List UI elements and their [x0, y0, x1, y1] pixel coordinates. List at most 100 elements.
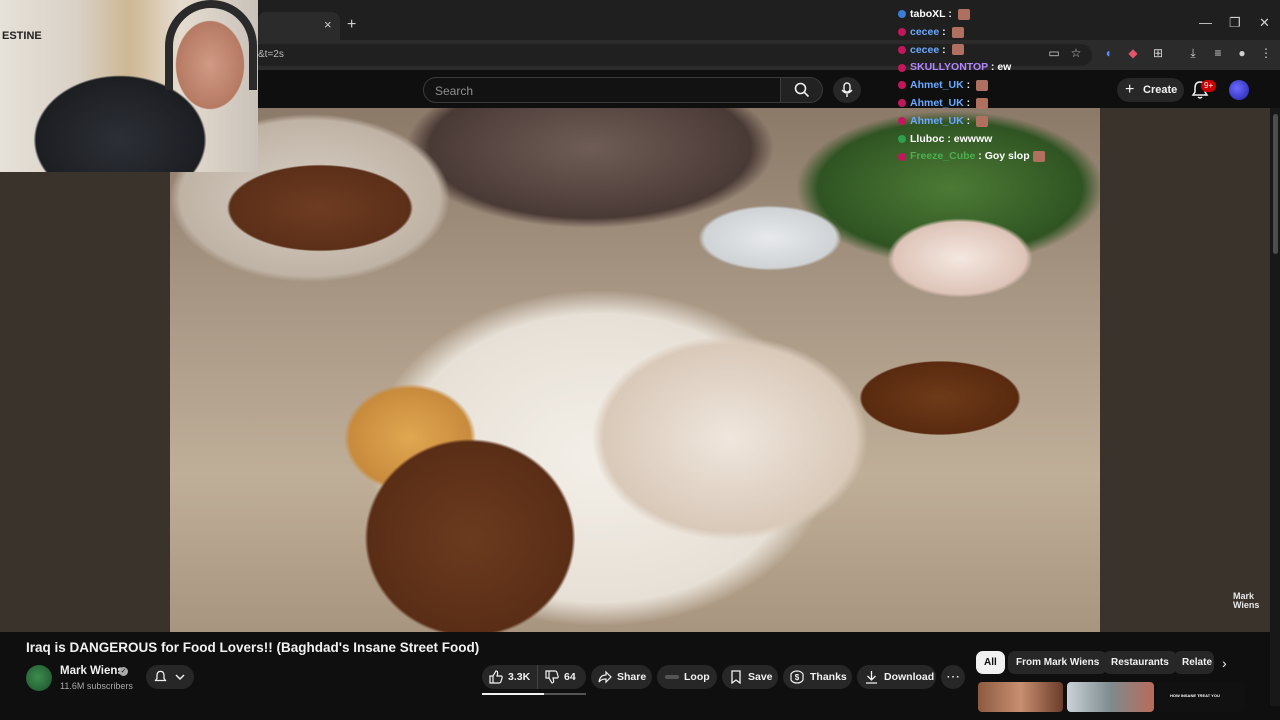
chat-message: cecee : [898, 24, 1138, 42]
chat-emote-icon [1032, 151, 1045, 163]
streamer-webcam: ESTINE [0, 0, 258, 172]
chat-badge-icon [898, 63, 906, 72]
maximize-icon[interactable]: ❐ [1229, 15, 1241, 31]
related-video-thumbnail[interactable] [1067, 682, 1154, 712]
minimize-icon[interactable]: — [1199, 15, 1212, 30]
profile-icon[interactable]: ● [1234, 45, 1250, 61]
stream-chat-overlay: taboXL : cecee : cecee : SKULLYONTOP : e… [898, 6, 1138, 166]
chat-emote-icon [976, 115, 989, 127]
download-button[interactable]: Download [857, 665, 936, 689]
dislike-button[interactable]: 64 [537, 665, 586, 689]
watermark-line-2: Wiens [1233, 600, 1260, 610]
chip-all[interactable]: All [976, 651, 1005, 674]
page-scrollbar-thumb[interactable] [1273, 114, 1278, 254]
share-label: Share [617, 671, 647, 683]
loop-button[interactable]: Loop [657, 665, 717, 689]
channel-name[interactable]: Mark Wiens [60, 665, 124, 677]
save-label: Save [748, 671, 773, 683]
dislike-count: 64 [564, 671, 576, 683]
chat-username: cecee [910, 43, 940, 56]
chat-username: Lluboc [910, 132, 945, 145]
chip-restaurants[interactable]: Restaurants [1103, 651, 1177, 674]
chip-from-mark-wiens[interactable]: From Mark Wiens [1008, 651, 1108, 674]
chat-message: cecee : [898, 42, 1138, 60]
loop-icon [665, 675, 679, 679]
chat-message: Ahmet_UK : [898, 113, 1138, 131]
chevron-right-icon[interactable]: › [1222, 655, 1227, 671]
close-window-icon[interactable]: ✕ [1259, 15, 1270, 31]
video-player[interactable] [170, 108, 1100, 632]
subscription-bell-button[interactable] [146, 665, 194, 689]
chat-emote-icon [951, 44, 964, 56]
media-control-icon[interactable]: ≡ [1210, 45, 1226, 61]
chat-message: Freeze_Cube : Goy slop [898, 148, 1138, 166]
chat-badge-icon [898, 152, 906, 161]
thumbs-up-icon [489, 670, 503, 684]
chat-message: Ahmet_UK : [898, 95, 1138, 113]
chat-separator: : [963, 96, 974, 109]
chat-username: Freeze_Cube [910, 150, 976, 163]
voice-search-button[interactable] [833, 77, 861, 103]
like-button[interactable]: 3.3K [482, 665, 537, 689]
webcam-wall-text: ESTINE [2, 30, 42, 42]
chip-related[interactable]: Relate [1174, 651, 1214, 674]
chat-emote-icon [976, 79, 989, 91]
account-avatar[interactable] [1229, 80, 1249, 100]
chat-message: Ahmet_UK : [898, 77, 1138, 95]
thanks-dollar-icon: $ [790, 670, 804, 684]
chat-username: Ahmet_UK [910, 114, 964, 127]
chat-text: ew [997, 61, 1012, 74]
chat-username: Ahmet_UK [910, 79, 964, 92]
chat-badge-icon [898, 28, 906, 37]
thumbnail-caption: HOW INSANE TREAT YOU [1170, 693, 1220, 698]
search-placeholder: Search [435, 84, 474, 98]
chat-separator: : [944, 132, 954, 145]
bell-icon [154, 670, 167, 682]
chat-separator: : [939, 43, 949, 56]
chat-message: SKULLYONTOP : ew [898, 59, 1138, 77]
chat-message: taboXL : [898, 6, 1138, 24]
browser-menu-icon[interactable]: ⋮ [1258, 45, 1274, 61]
chat-username: SKULLYONTOP [910, 61, 988, 74]
chat-separator: : [939, 25, 949, 38]
chat-badge-icon [898, 99, 906, 108]
address-url: &t=2s [258, 49, 284, 60]
chat-badge-icon [898, 117, 906, 125]
tab-close-icon[interactable]: × [324, 17, 332, 32]
loop-label: Loop [684, 671, 710, 683]
chat-separator: : [975, 150, 985, 163]
microphone-icon [841, 82, 853, 97]
svg-text:$: $ [795, 673, 800, 682]
chat-separator: : [988, 61, 998, 74]
verified-badge-icon: ✓ [119, 667, 128, 676]
like-ratio-fill [482, 693, 545, 695]
more-actions-icon[interactable]: ⋯ [941, 665, 965, 689]
chat-separator: : [945, 8, 955, 20]
thumbs-down-icon [545, 670, 559, 684]
related-video-thumbnail[interactable] [978, 682, 1063, 712]
video-watermark: Mark Wiens [1233, 592, 1259, 610]
thanks-button[interactable]: $ Thanks [783, 665, 852, 689]
downloads-icon[interactable]: ⤓ [1185, 45, 1201, 61]
search-button[interactable] [781, 77, 823, 103]
share-button[interactable]: Share [591, 665, 652, 689]
like-count: 3.3K [508, 671, 531, 683]
thanks-label: Thanks [810, 671, 847, 683]
chat-username: taboXL [910, 8, 946, 20]
save-button[interactable]: Save [722, 665, 778, 689]
headset [165, 0, 257, 90]
search-input[interactable]: Search [423, 77, 781, 103]
extensions-puzzle-icon[interactable]: ⊞ [1150, 45, 1166, 61]
notification-count-badge: 9+ [1201, 80, 1217, 92]
bookmark-icon [731, 670, 741, 684]
chat-username: Ahmet_UK [910, 96, 964, 109]
chat-badge-icon [898, 10, 906, 19]
chat-badge-icon [898, 45, 906, 54]
chat-text: ewwww [953, 132, 993, 145]
chat-badge-icon [898, 134, 906, 143]
share-arrow-icon [598, 670, 612, 684]
new-tab-button[interactable]: + [347, 16, 356, 34]
download-label: Download [884, 671, 935, 683]
channel-avatar[interactable] [26, 665, 52, 691]
create-label: Create [1143, 84, 1178, 96]
